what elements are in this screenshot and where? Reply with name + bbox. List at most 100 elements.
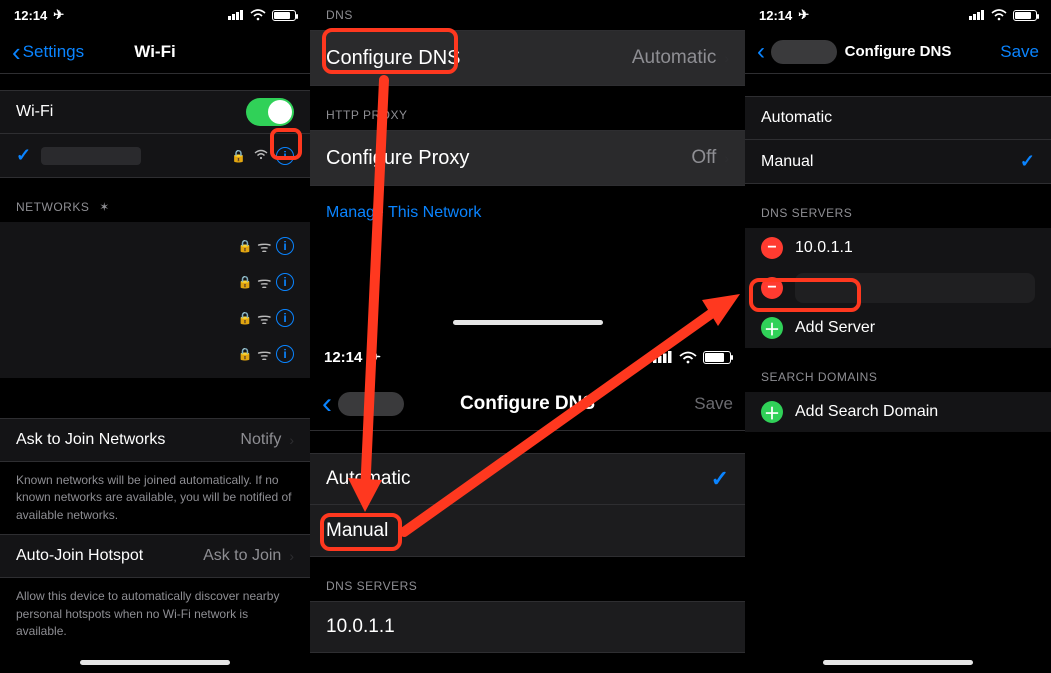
page-title: Wi-Fi — [134, 42, 175, 62]
dns-server-row: 10.0.1.1 — [310, 601, 745, 653]
search-domains-header: SEARCH DOMAINS — [745, 370, 1051, 392]
network-details-bottom: DNS Configure DNS Automatic › HTTP PROXY… — [310, 0, 745, 337]
wifi-signal-icon: ᯤ — [257, 235, 272, 257]
manual-row[interactable]: Manual — [310, 505, 745, 557]
back-button[interactable]: ‹ — [322, 387, 404, 421]
location-icon: ✈︎ — [798, 7, 809, 23]
automatic-label: Automatic — [326, 468, 410, 490]
back-settings-button[interactable]: ‹ Settings — [12, 39, 84, 65]
current-network-row[interactable]: ✓ 🔒 i — [0, 134, 310, 178]
add-server-row[interactable]: ＋ Add Server — [745, 308, 1051, 348]
ask-join-row[interactable]: Ask to Join Networks Notify › — [0, 418, 310, 462]
dns-servers-header: DNS SERVERS — [310, 579, 745, 601]
spinner-icon: ✶ — [99, 200, 110, 214]
check-icon: ✓ — [711, 466, 729, 492]
network-row[interactable]: 🔒 ᯤ i — [0, 300, 310, 336]
lock-icon: 🔒 — [238, 347, 253, 361]
wifi-icon — [250, 9, 266, 21]
configure-dns-row[interactable]: Configure DNS Automatic › — [310, 30, 745, 86]
current-network-name — [41, 147, 141, 165]
configure-proxy-label: Configure Proxy — [326, 147, 469, 170]
wifi-toggle-row[interactable]: Wi-Fi — [0, 90, 310, 134]
wifi-icon — [679, 351, 697, 364]
chevron-right-icon: › — [724, 50, 729, 66]
add-search-domain-row[interactable]: ＋ Add Search Domain — [745, 392, 1051, 432]
configure-proxy-row[interactable]: Configure Proxy Off › — [310, 130, 745, 186]
delete-icon[interactable]: − — [761, 277, 783, 299]
info-icon[interactable]: i — [276, 273, 294, 291]
save-button[interactable]: Save — [1000, 42, 1039, 62]
wifi-signal-icon — [254, 147, 268, 165]
save-button[interactable]: Save — [694, 394, 733, 414]
manual-label: Manual — [761, 153, 813, 171]
phone-dns-stack: DNS Configure DNS Automatic › HTTP PROXY… — [310, 0, 745, 673]
lock-icon: 🔒 — [238, 239, 253, 253]
hotspot-row[interactable]: Auto-Join Hotspot Ask to Join › — [0, 534, 310, 578]
automatic-row[interactable]: Automatic ✓ — [310, 453, 745, 505]
automatic-label: Automatic — [761, 109, 832, 127]
clock-text: 12:14 — [14, 8, 47, 23]
network-row[interactable]: 🔒 ᯤ i — [0, 336, 310, 372]
networks-header: NETWORKS ✶ — [0, 200, 310, 222]
info-icon[interactable]: i — [276, 309, 294, 327]
chevron-right-icon: › — [289, 432, 294, 448]
cell-bars-icon — [228, 10, 244, 20]
wifi-toggle[interactable] — [246, 98, 294, 126]
configure-proxy-value: Off — [691, 147, 716, 169]
wifi-signal-icon: ᯤ — [257, 343, 272, 365]
delete-icon[interactable]: − — [761, 237, 783, 259]
info-icon[interactable]: i — [276, 345, 294, 363]
cell-bars-icon — [653, 351, 673, 363]
wifi-label: Wi-Fi — [16, 103, 53, 121]
network-row[interactable]: 🔒 ᯤ i — [0, 228, 310, 264]
cell-bars-icon — [969, 10, 985, 20]
status-bar: 12:14 ✈︎ — [0, 0, 310, 30]
chevron-right-icon: › — [724, 150, 729, 166]
search-domains-section: SEARCH DOMAINS ＋ Add Search Domain — [745, 348, 1051, 432]
manual-row[interactable]: Manual ✓ — [745, 140, 1051, 184]
back-button[interactable]: ‹ — [757, 38, 837, 66]
home-indicator — [453, 320, 603, 325]
manage-network-link[interactable]: Manage This Network — [310, 186, 745, 240]
ask-value: Notify — [240, 431, 281, 449]
lock-icon: 🔒 — [231, 149, 246, 163]
location-icon: ✈︎ — [53, 7, 64, 23]
phone-wifi-settings: 12:14 ✈︎ ‹ Settings Wi-Fi Wi-Fi — [0, 0, 310, 673]
wifi-signal-icon: ᯤ — [257, 307, 272, 329]
configure-dns-screen: 12:14 ✈︎ ‹ Configure DNS Save Automatic — [310, 337, 745, 673]
add-search-domain-label: Add Search Domain — [795, 403, 938, 421]
page-title: Configure DNS — [845, 43, 952, 60]
hotspot-description: Allow this device to automatically disco… — [0, 578, 310, 650]
dns-server-value: 10.0.1.1 — [326, 616, 395, 638]
proxy-header: HTTP PROXY — [310, 108, 745, 130]
chevron-right-icon: › — [289, 548, 294, 564]
ask-label: Ask to Join Networks — [16, 431, 165, 449]
phone-configure-dns-manual: 12:14 ✈︎ ‹ Configure DNS Save Automatic … — [745, 0, 1051, 673]
chevron-left-icon: ‹ — [12, 39, 21, 65]
add-icon[interactable]: ＋ — [761, 401, 783, 423]
status-bar: 12:14 ✈︎ — [745, 0, 1051, 30]
automatic-row[interactable]: Automatic — [745, 96, 1051, 140]
status-bar: 12:14 ✈︎ — [310, 337, 745, 377]
dns-server-input-row[interactable]: − — [745, 268, 1051, 308]
network-row[interactable]: 🔒 ᯤ i — [0, 264, 310, 300]
dns-server-row[interactable]: − 10.0.1.1 — [745, 228, 1051, 268]
home-indicator — [823, 660, 973, 665]
lock-icon: 🔒 — [238, 311, 253, 325]
dns-server-input[interactable] — [795, 273, 1035, 303]
check-icon: ✓ — [1020, 151, 1035, 172]
home-indicator — [80, 660, 230, 665]
manual-label: Manual — [326, 520, 388, 542]
page-title: Configure DNS — [460, 393, 595, 415]
dns-header: DNS — [310, 8, 745, 30]
info-icon[interactable]: i — [276, 237, 294, 255]
dns-servers-section: DNS SERVERS − 10.0.1.1 − ＋ Add Server — [745, 184, 1051, 348]
stage: 12:14 ✈︎ ‹ Settings Wi-Fi Wi-Fi — [0, 0, 1051, 673]
info-icon[interactable]: i — [276, 147, 294, 165]
dns-servers-header: DNS SERVERS — [745, 206, 1051, 228]
navbar: ‹ Configure DNS Save — [310, 377, 745, 431]
wifi-icon — [991, 9, 1007, 21]
clock-text: 12:14 — [759, 8, 792, 23]
battery-icon — [703, 351, 731, 364]
add-icon[interactable]: ＋ — [761, 317, 783, 339]
